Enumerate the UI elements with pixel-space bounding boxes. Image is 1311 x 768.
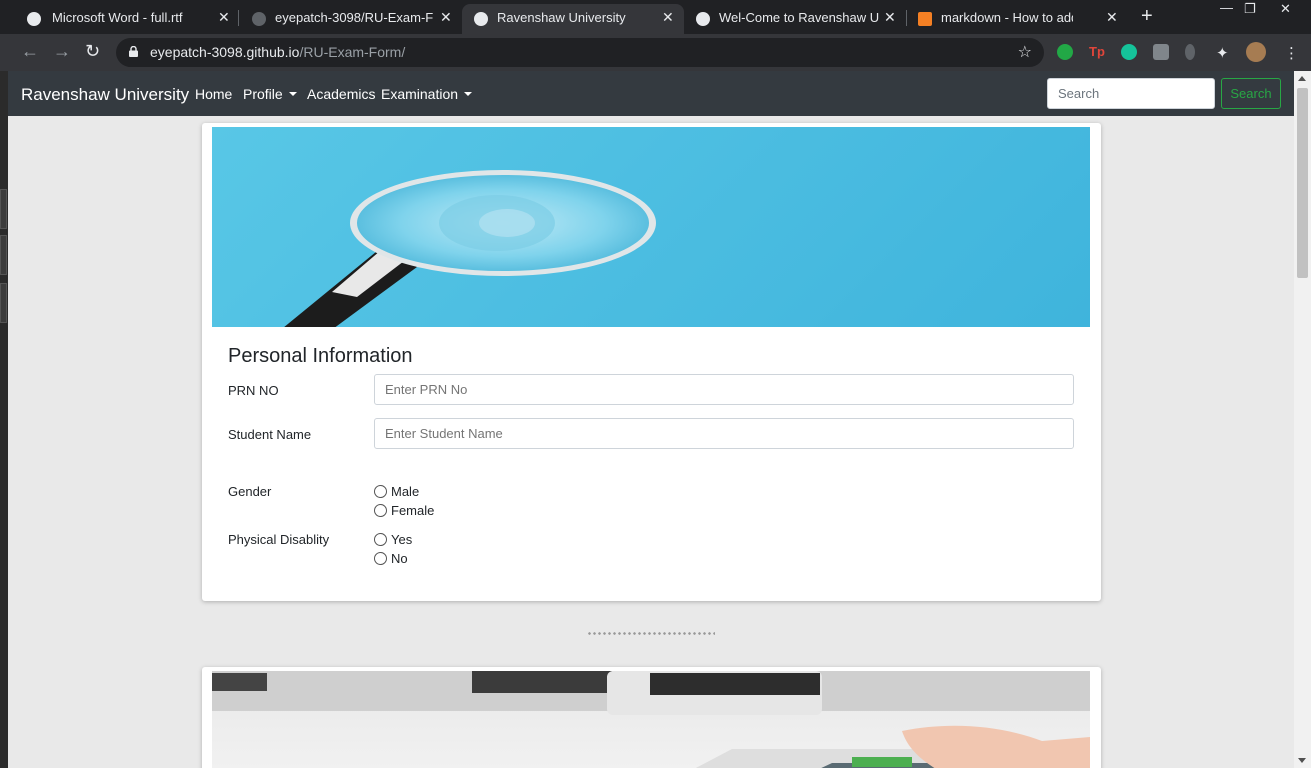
nav-home[interactable]: Home <box>195 86 232 102</box>
prn-input[interactable] <box>374 374 1074 405</box>
radio-icon[interactable] <box>374 485 387 498</box>
browser-tab-strip: Microsoft Word - full.rtf ✕ eyepatch-309… <box>0 0 1311 34</box>
gender-label: Gender <box>228 484 272 499</box>
close-tab-icon[interactable]: ✕ <box>884 9 896 26</box>
caret-down-icon <box>288 92 297 96</box>
back-icon[interactable]: ← <box>21 41 39 62</box>
radio-icon[interactable] <box>374 504 387 517</box>
reload-icon[interactable]: ↻ <box>85 41 100 62</box>
browser-toolbar: ← → ↻ eyepatch-3098.github.io/RU-Exam-Fo… <box>0 34 1311 71</box>
lock-icon <box>129 46 138 57</box>
puzzle-icon[interactable]: ✦ <box>1216 44 1232 62</box>
extension-icon[interactable] <box>1153 44 1169 60</box>
gender-female-radio[interactable]: Female <box>374 503 434 518</box>
caret-down-icon <box>464 92 473 96</box>
close-tab-icon[interactable]: ✕ <box>1106 9 1118 26</box>
close-window-icon[interactable]: ✕ <box>1280 1 1291 17</box>
radio-icon[interactable] <box>374 533 387 546</box>
desk-banner-image <box>212 671 1090 768</box>
globe-icon <box>474 12 488 26</box>
menu-dots-icon[interactable]: ⋮ <box>1284 44 1300 62</box>
gender-male-radio[interactable]: Male <box>374 484 419 499</box>
dotted-divider <box>587 632 715 635</box>
page: Ravenshaw University Home Profile Academ… <box>8 71 1294 768</box>
search-input[interactable] <box>1047 78 1215 109</box>
page-scrollbar[interactable] <box>1294 71 1311 768</box>
stackoverflow-icon <box>918 12 932 26</box>
extension-icon[interactable] <box>1185 44 1195 60</box>
close-tab-icon[interactable]: ✕ <box>218 9 230 26</box>
bookmark-star-icon[interactable]: ☆ <box>1018 42 1032 62</box>
new-tab-icon[interactable]: + <box>1141 5 1153 28</box>
browser-tab[interactable]: eyepatch-3098/RU-Exam-Form ✕ <box>238 4 460 34</box>
nav-academics[interactable]: Academics <box>307 86 375 102</box>
github-icon <box>252 12 266 26</box>
student-name-input[interactable] <box>374 418 1074 449</box>
student-name-label: Student Name <box>228 427 312 442</box>
browser-tab[interactable]: Wel-Come to Ravenshaw Univ ✕ <box>684 4 906 34</box>
scroll-thumb[interactable] <box>1297 88 1308 278</box>
magnifier-banner-image <box>212 127 1090 327</box>
extension-tp-icon[interactable]: Tp <box>1089 44 1105 60</box>
section-title: Personal Information <box>228 345 413 367</box>
minimize-icon[interactable]: — <box>1220 0 1233 15</box>
restore-icon[interactable]: ❐ <box>1244 1 1256 17</box>
browser-tab[interactable]: Microsoft Word - full.rtf ✕ <box>0 4 238 34</box>
disability-yes-radio[interactable]: Yes <box>374 532 412 547</box>
next-section-card <box>202 667 1101 768</box>
radio-icon[interactable] <box>374 552 387 565</box>
site-brand[interactable]: Ravenshaw University <box>21 85 189 105</box>
search-button[interactable]: Search <box>1221 78 1281 109</box>
close-tab-icon[interactable]: ✕ <box>440 9 452 26</box>
personal-info-card: Personal Information PRN NO Student Name… <box>202 123 1101 601</box>
site-navbar: Ravenshaw University Home Profile Academ… <box>8 71 1294 116</box>
nav-profile[interactable]: Profile <box>243 86 297 102</box>
extension-icon[interactable] <box>1057 44 1073 60</box>
left-panel-strip <box>0 71 8 768</box>
disability-label: Physical Disablity <box>228 532 330 547</box>
globe-icon <box>27 12 41 26</box>
prn-label: PRN NO <box>228 383 279 398</box>
avatar[interactable] <box>1246 42 1266 62</box>
browser-tab[interactable]: markdown - How to add imag ✕ <box>906 4 1128 34</box>
grammarly-icon[interactable] <box>1121 44 1137 60</box>
nav-examination[interactable]: Examination <box>381 86 473 102</box>
scroll-up-icon[interactable] <box>1298 76 1306 81</box>
url-text: eyepatch-3098.github.io/RU-Exam-Form/ <box>150 44 406 60</box>
scroll-down-icon[interactable] <box>1298 758 1306 763</box>
address-bar[interactable]: eyepatch-3098.github.io/RU-Exam-Form/ ☆ <box>116 38 1044 67</box>
forward-icon[interactable]: → <box>53 41 71 62</box>
browser-tab-active[interactable]: Ravenshaw University ✕ <box>462 4 684 34</box>
disability-no-radio[interactable]: No <box>374 551 408 566</box>
close-tab-icon[interactable]: ✕ <box>662 9 674 26</box>
globe-icon <box>696 12 710 26</box>
